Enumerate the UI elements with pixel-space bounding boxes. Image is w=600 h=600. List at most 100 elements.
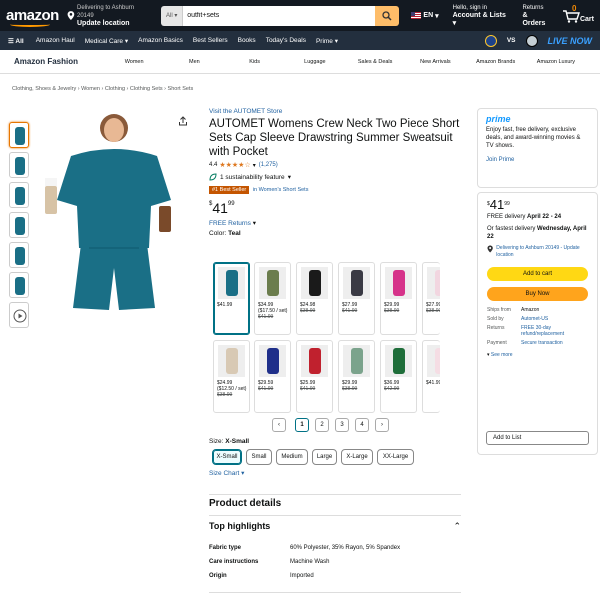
subnav-item[interactable]: Best Sellers <box>193 37 228 44</box>
search-category-dropdown[interactable]: All ▾ <box>161 5 184 26</box>
fashion-item[interactable]: Amazon Brands <box>466 59 526 65</box>
spec-key: Fabric type <box>209 545 242 551</box>
deliver-location-link[interactable]: Delivering to Ashburn 20149 - Update loc… <box>487 245 588 259</box>
amazon-logo[interactable]: amazon <box>6 8 61 27</box>
color-swatch[interactable]: $29.99 $38.99 <box>380 262 417 335</box>
page-button[interactable]: 3 <box>335 418 349 432</box>
live-game-promo[interactable]: VS LIVE NOW <box>484 34 592 47</box>
color-swatch[interactable]: $29.99 $38.99 <box>338 340 375 413</box>
returns-orders[interactable]: Returns & Orders <box>522 4 552 28</box>
breadcrumb-link[interactable]: Women <box>81 86 100 92</box>
page-button[interactable]: 4 <box>355 418 369 432</box>
thumbnail[interactable] <box>9 212 29 238</box>
all-menu-button[interactable]: ☰ All <box>8 37 24 45</box>
color-swatch[interactable]: $27.99 $41.99 <box>338 262 375 335</box>
rating-row[interactable]: 4.4 ★★★★☆ ▾ (1,275) <box>209 161 461 169</box>
store-link[interactable]: Visit the AUTOMET Store <box>209 108 282 115</box>
free-returns-link[interactable]: FREE Returns <box>209 220 251 227</box>
size-option[interactable]: Large <box>312 449 337 465</box>
swatch-list-price: $41.99 <box>342 308 358 314</box>
fashion-item[interactable]: Women <box>104 59 164 65</box>
size-value: X-Small <box>225 438 250 445</box>
chevron-down-icon: ▾ <box>241 470 245 477</box>
spec-key: Care instructions <box>209 559 259 565</box>
seller-link[interactable]: Automet-US <box>521 316 548 322</box>
swatch-price: $24.99 ($12.50 / set) $38.99 <box>217 380 246 398</box>
color-swatch[interactable]: $34.99 ($17.50 / set) $41.99 <box>254 262 291 335</box>
payment-link[interactable]: Secure transaction <box>521 340 563 346</box>
fashion-item[interactable]: New Arrivals <box>405 59 465 65</box>
fashion-item[interactable]: Sales & Deals <box>345 59 405 65</box>
main-product-image[interactable] <box>31 108 197 323</box>
thumbnail[interactable] <box>9 242 29 268</box>
video-thumbnail[interactable] <box>9 302 29 328</box>
size-option[interactable]: X-Small <box>212 449 242 465</box>
fashion-item[interactable]: Men <box>164 59 224 65</box>
subnav-item[interactable]: Today's Deals <box>266 37 306 44</box>
cart-button[interactable]: 0 Cart <box>562 4 594 23</box>
page-button[interactable]: 2 <box>315 418 329 432</box>
subnav-item[interactable]: Medical Care ▾ <box>85 37 128 45</box>
color-swatch[interactable]: $25.99 $41.99 <box>296 340 333 413</box>
fashion-item[interactable]: Luggage <box>285 59 345 65</box>
page-button[interactable]: 1 <box>295 418 309 432</box>
reviews-link[interactable]: (1,275) <box>259 162 278 168</box>
search-input[interactable] <box>183 5 376 26</box>
size-chart-link[interactable]: Size Chart ▾ <box>209 469 244 477</box>
prev-page-button[interactable]: ‹ <box>272 418 286 432</box>
size-option[interactable]: XX-Large <box>377 449 414 465</box>
free-returns[interactable]: FREE Returns ▾ <box>209 219 461 227</box>
spec-value: Machine Wash <box>290 559 330 565</box>
join-prime-link[interactable]: Join Prime <box>486 156 589 164</box>
subnav-item[interactable]: Amazon Basics <box>138 37 183 44</box>
buy-now-button[interactable]: Buy Now <box>487 287 588 301</box>
swatch-price: $27.99 $41.99 <box>342 302 357 314</box>
color-swatch[interactable]: $41.99 <box>213 262 250 335</box>
best-seller-category-link[interactable]: in Women's Short Sets <box>253 187 309 193</box>
account-lists[interactable]: Hello, sign in Account & Lists ▾ <box>453 4 511 28</box>
breadcrumb-link[interactable]: Clothing, Shoes & Jewelry <box>12 86 76 92</box>
thumbnail[interactable] <box>9 122 29 148</box>
color-swatch[interactable]: $24.99 ($12.50 / set) $38.99 <box>213 340 250 413</box>
color-swatch[interactable]: $29.59 $41.99 <box>254 340 291 413</box>
returns-policy-link[interactable]: FREE 30-day refund/replacement <box>521 325 571 337</box>
chevron-right-icon: › <box>381 422 383 428</box>
swatch-image <box>301 267 328 299</box>
sustainability-feature[interactable]: 1 sustainability feature ▾ <box>209 173 461 181</box>
account-line1: Hello, sign in <box>452 4 487 11</box>
color-swatch[interactable]: $24.98 $38.99 <box>296 262 333 335</box>
top-highlights-toggle[interactable]: Top highlights ⌃ <box>209 515 461 532</box>
subnav-item[interactable]: Prime ▾ <box>316 37 338 45</box>
add-to-cart-button[interactable]: Add to cart <box>487 267 588 281</box>
language-selector[interactable]: EN ▾ <box>411 12 439 20</box>
deliver-to[interactable]: Delivering to Ashburn 20149 Update locati… <box>67 4 151 28</box>
subnav-item[interactable]: Amazon Haul <box>36 37 75 44</box>
swatch-list-price: $38.99 <box>300 308 316 314</box>
size-option[interactable]: Small <box>246 449 272 465</box>
add-to-list-button[interactable]: Add to List <box>486 431 589 445</box>
thumbnail[interactable] <box>9 182 29 208</box>
amazon-fashion-logo[interactable]: Amazon Fashion <box>14 57 78 66</box>
seller-row: Sold by Automet-US <box>487 316 549 322</box>
size-option[interactable]: X-Large <box>341 449 373 465</box>
fashion-item[interactable]: Amazon Luxury <box>526 59 586 65</box>
breadcrumb-link[interactable]: Clothing <box>105 86 125 92</box>
best-seller-badge[interactable]: #1 Best Seller <box>209 186 250 194</box>
cart-label: Cart <box>579 15 594 23</box>
color-swatch[interactable]: $27.99 $38.99 <box>422 262 440 335</box>
breadcrumb-link[interactable]: Short Sets <box>168 86 194 92</box>
color-swatch[interactable]: $36.99 $42.99 <box>380 340 417 413</box>
seller-info: Ships from Amazon Sold by Automet-US Retur… <box>487 307 588 346</box>
next-page-button[interactable]: › <box>375 418 389 432</box>
color-swatch[interactable]: $41.99 <box>422 340 440 413</box>
fashion-item[interactable]: Kids <box>225 59 285 65</box>
thumbnail[interactable] <box>9 152 29 178</box>
swatch-price: $41.99 <box>426 380 440 386</box>
see-more-toggle[interactable]: ▾ See more <box>487 351 588 359</box>
share-icon[interactable] <box>178 116 188 126</box>
thumbnail[interactable] <box>9 272 29 298</box>
search-button[interactable] <box>375 5 400 26</box>
breadcrumb-link[interactable]: Clothing Sets <box>130 86 163 92</box>
size-option[interactable]: Medium <box>276 449 308 465</box>
subnav-item[interactable]: Books <box>238 37 256 44</box>
